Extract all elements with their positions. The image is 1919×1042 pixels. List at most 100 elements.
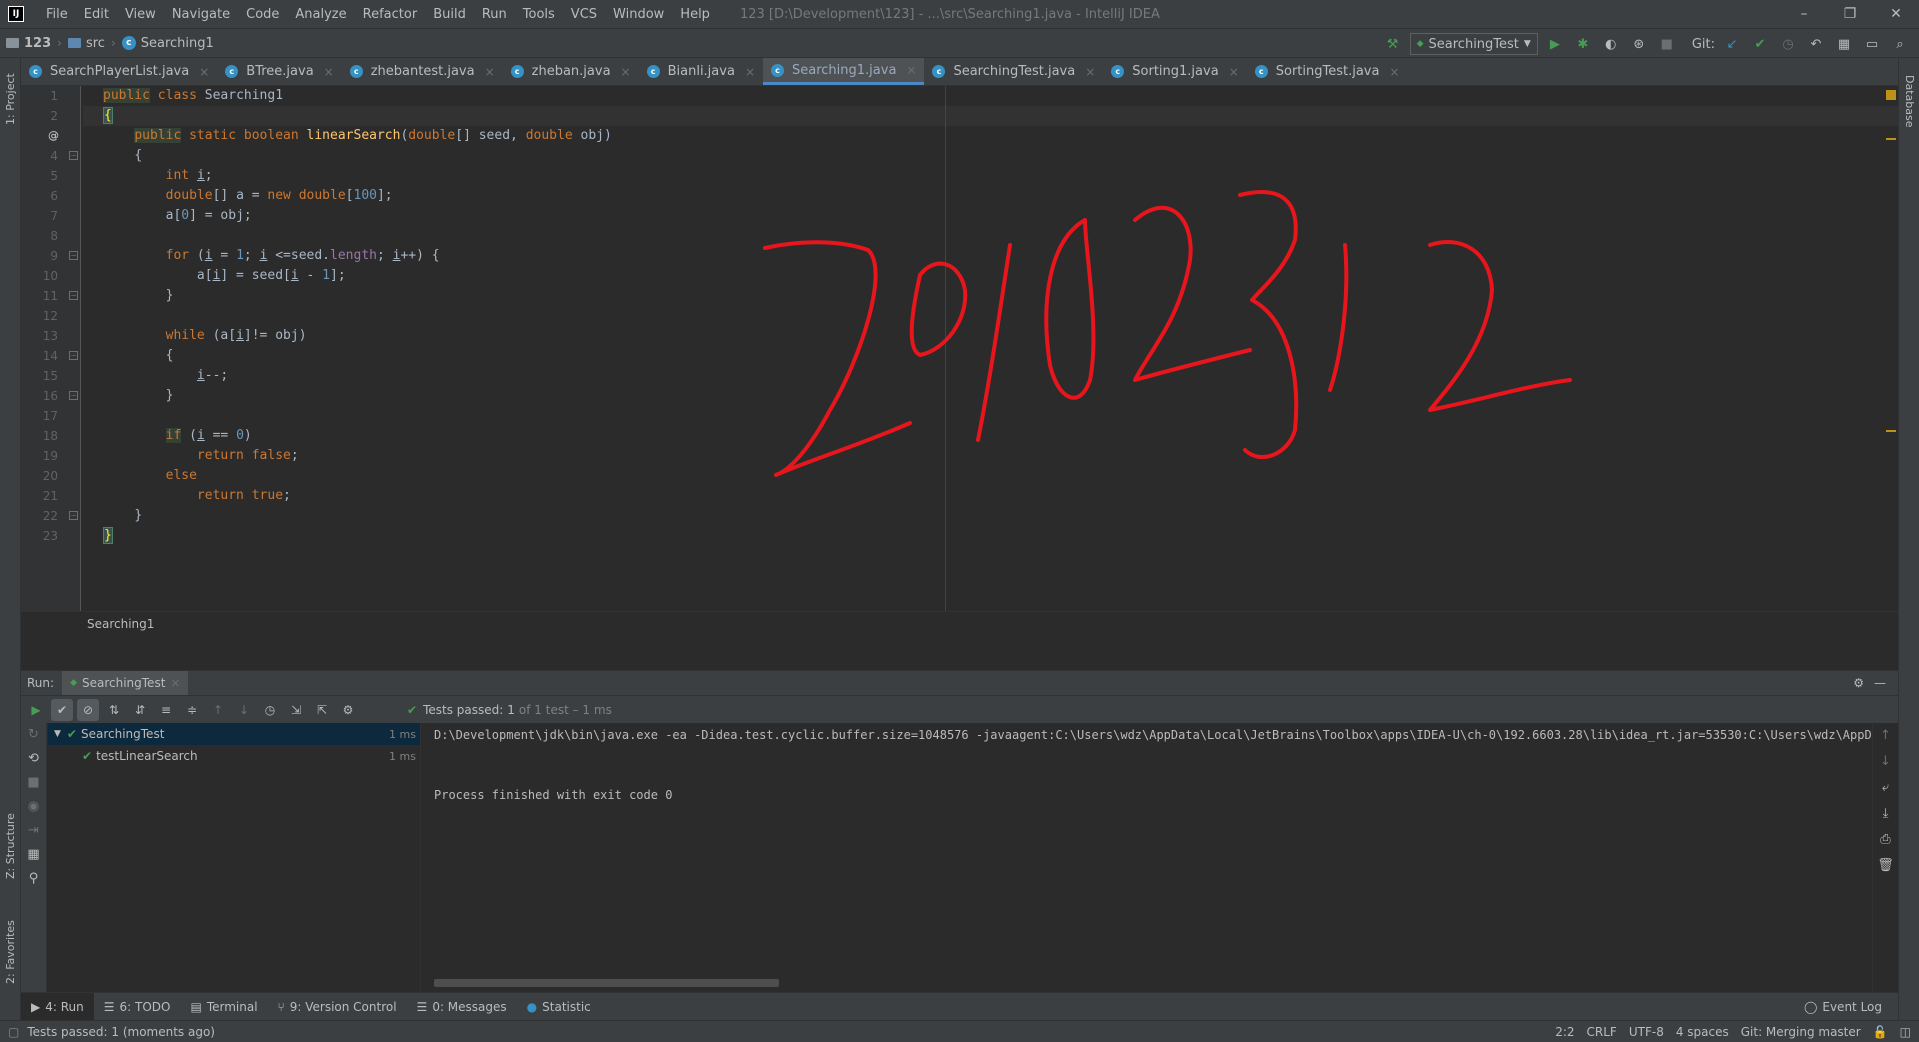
menu-build[interactable]: Build	[425, 7, 474, 22]
close-tab-icon[interactable]: ×	[906, 63, 916, 77]
tab-zheban[interactable]: c zheban.java ×	[503, 58, 639, 85]
horizontal-scrollbar[interactable]	[434, 979, 779, 987]
git-history-icon[interactable]: ◷	[1777, 33, 1799, 55]
code-area[interactable]: public class Searching1 { public static …	[83, 86, 1898, 635]
file-encoding[interactable]: UTF-8	[1629, 1025, 1664, 1039]
next-failed-icon[interactable]: ↓	[233, 699, 255, 721]
toggle-auto-test-icon[interactable]: ⟲	[21, 747, 46, 771]
fold-minus-icon[interactable]: −	[69, 151, 78, 160]
warning-stripe-mark[interactable]	[1886, 430, 1896, 432]
scroll-up-icon[interactable]: ↑	[1873, 723, 1898, 749]
tab-run[interactable]: ▶ 4: Run	[21, 992, 94, 1021]
tab-searchingtest[interactable]: c SearchingTest.java ×	[924, 58, 1103, 85]
trash-icon[interactable]: 🗑	[1873, 853, 1898, 879]
menu-file[interactable]: File	[38, 7, 76, 22]
caret-position[interactable]: 2:2	[1555, 1025, 1574, 1039]
menu-navigate[interactable]: Navigate	[164, 7, 238, 22]
presentation-icon[interactable]: ▭	[1861, 33, 1883, 55]
search-icon[interactable]: ⌕	[1889, 33, 1911, 55]
sort-alpha-icon[interactable]: ⇅	[103, 699, 125, 721]
structure-tool-tab[interactable]: Z: Structure	[0, 806, 21, 886]
status-message[interactable]: Tests passed: 1 (moments ago)	[27, 1025, 215, 1039]
close-tab-icon[interactable]: ×	[621, 65, 631, 79]
tab-searching1[interactable]: c Searching1.java ×	[763, 58, 925, 85]
indent-setting[interactable]: 4 spaces	[1676, 1025, 1729, 1039]
print-icon[interactable]: ⎙	[1873, 827, 1898, 853]
restore-icon[interactable]: ❐	[1827, 0, 1873, 28]
tab-sortingtest[interactable]: c SortingTest.java ×	[1247, 58, 1408, 85]
line-separator[interactable]: CRLF	[1587, 1025, 1617, 1039]
git-commit-icon[interactable]: ✔	[1749, 33, 1771, 55]
database-tool-tab[interactable]: Database	[1899, 66, 1919, 136]
fold-minus-icon[interactable]: −	[69, 351, 78, 360]
profile-icon[interactable]: ⊛	[1628, 33, 1650, 55]
run-configuration-select[interactable]: ◆ SearchingTest ▼	[1409, 33, 1538, 55]
code-editor[interactable]: 1 2 3 @ 4− 5 6 7 8 9− 10 11− 12 13 14− 15…	[21, 86, 1898, 635]
breadcrumb-folder[interactable]: src	[62, 36, 111, 51]
scroll-to-end-icon[interactable]: ⤓	[1873, 801, 1898, 827]
menu-tools[interactable]: Tools	[515, 7, 563, 22]
tab-zhebantest[interactable]: c zhebantest.java ×	[342, 58, 503, 85]
run-icon[interactable]: ▶	[1544, 33, 1566, 55]
close-tab-icon[interactable]: ×	[1389, 65, 1399, 79]
close-tab-icon[interactable]: ×	[199, 65, 209, 79]
warning-indicator-icon[interactable]	[1886, 90, 1896, 100]
menu-window[interactable]: Window	[605, 7, 672, 22]
collapse-all-icon[interactable]: ≑	[181, 699, 203, 721]
run-console[interactable]: D:\Development\jdk\bin\java.exe -ea -Did…	[422, 723, 1872, 993]
show-ignored-icon[interactable]: ⊘	[77, 698, 99, 721]
menu-edit[interactable]: Edit	[76, 7, 117, 22]
tab-todo[interactable]: ☰ 6: TODO	[94, 993, 181, 1021]
import-tests-icon[interactable]: ⇲	[285, 699, 307, 721]
export-tests-icon[interactable]: ⇱	[311, 699, 333, 721]
dump-threads-icon[interactable]: ◉	[21, 795, 46, 819]
close-tab-icon[interactable]: ×	[324, 65, 334, 79]
breadcrumb-file[interactable]: c Searching1	[116, 36, 220, 51]
rerun-failed-icon[interactable]: ↻	[21, 723, 46, 747]
previous-failed-icon[interactable]: ↑	[207, 699, 229, 721]
coverage-icon[interactable]: ◐	[1600, 33, 1622, 55]
minimize-icon[interactable]: –	[1781, 0, 1827, 28]
tab-btree[interactable]: c BTree.java ×	[217, 58, 341, 85]
hide-panel-icon[interactable]: —	[1874, 676, 1886, 690]
tab-sorting1[interactable]: c Sorting1.java ×	[1103, 58, 1246, 85]
exit-icon[interactable]: ⇥	[21, 819, 46, 843]
scroll-down-icon[interactable]: ↓	[1873, 749, 1898, 775]
test-case-row[interactable]: ✔ testLinearSearch 1 ms	[48, 745, 420, 767]
rerun-icon[interactable]: ▶	[25, 699, 47, 721]
gear-icon[interactable]: ⚙	[1853, 676, 1864, 690]
soft-wrap-icon[interactable]: ⤶	[1873, 775, 1898, 801]
expand-arrow-icon[interactable]: ▼	[54, 729, 61, 739]
tab-terminal[interactable]: ▤ Terminal	[180, 993, 267, 1021]
favorites-tool-tab[interactable]: 2: Favorites	[0, 906, 21, 998]
menu-analyze[interactable]: Analyze	[287, 7, 354, 22]
close-icon[interactable]: ✕	[1873, 0, 1919, 28]
fold-end-icon[interactable]: −	[69, 391, 78, 400]
menu-vcs[interactable]: VCS	[563, 7, 605, 22]
tab-bianli[interactable]: c Bianli.java ×	[639, 58, 763, 85]
tab-statistic[interactable]: ● Statistic	[517, 993, 601, 1021]
test-history-icon[interactable]: ◷	[259, 699, 281, 721]
show-passed-icon[interactable]: ✔	[51, 698, 73, 721]
git-branch[interactable]: Git: Merging master	[1741, 1025, 1861, 1039]
menu-view[interactable]: View	[117, 7, 164, 22]
notifications-icon[interactable]: ◫	[1900, 1025, 1911, 1039]
layout-icon[interactable]: ▦	[21, 843, 46, 867]
menu-code[interactable]: Code	[238, 7, 287, 22]
override-marker-icon[interactable]: @	[48, 126, 59, 146]
error-stripe[interactable]	[1884, 86, 1898, 611]
editor-breadcrumb[interactable]: Searching1	[21, 611, 1898, 635]
close-tab-icon[interactable]: ×	[745, 65, 755, 79]
tab-searchplayerlist[interactable]: c SearchPlayerList.java ×	[21, 58, 217, 85]
revert-icon[interactable]: ↶	[1805, 33, 1827, 55]
tab-messages[interactable]: ☰ 0: Messages	[407, 993, 517, 1021]
close-tab-icon[interactable]: ×	[1085, 65, 1095, 79]
git-update-icon[interactable]: ↙	[1721, 33, 1743, 55]
tab-version-control[interactable]: ⑂ 9: Version Control	[268, 993, 407, 1021]
lock-icon[interactable]: 🔓	[1873, 1025, 1888, 1039]
menu-run[interactable]: Run	[474, 7, 515, 22]
expand-all-icon[interactable]: ≡	[155, 699, 177, 721]
build-hammer-icon[interactable]: ⚒	[1382, 33, 1404, 55]
pin-icon[interactable]: ⚲	[21, 867, 46, 891]
menu-refactor[interactable]: Refactor	[355, 7, 426, 22]
